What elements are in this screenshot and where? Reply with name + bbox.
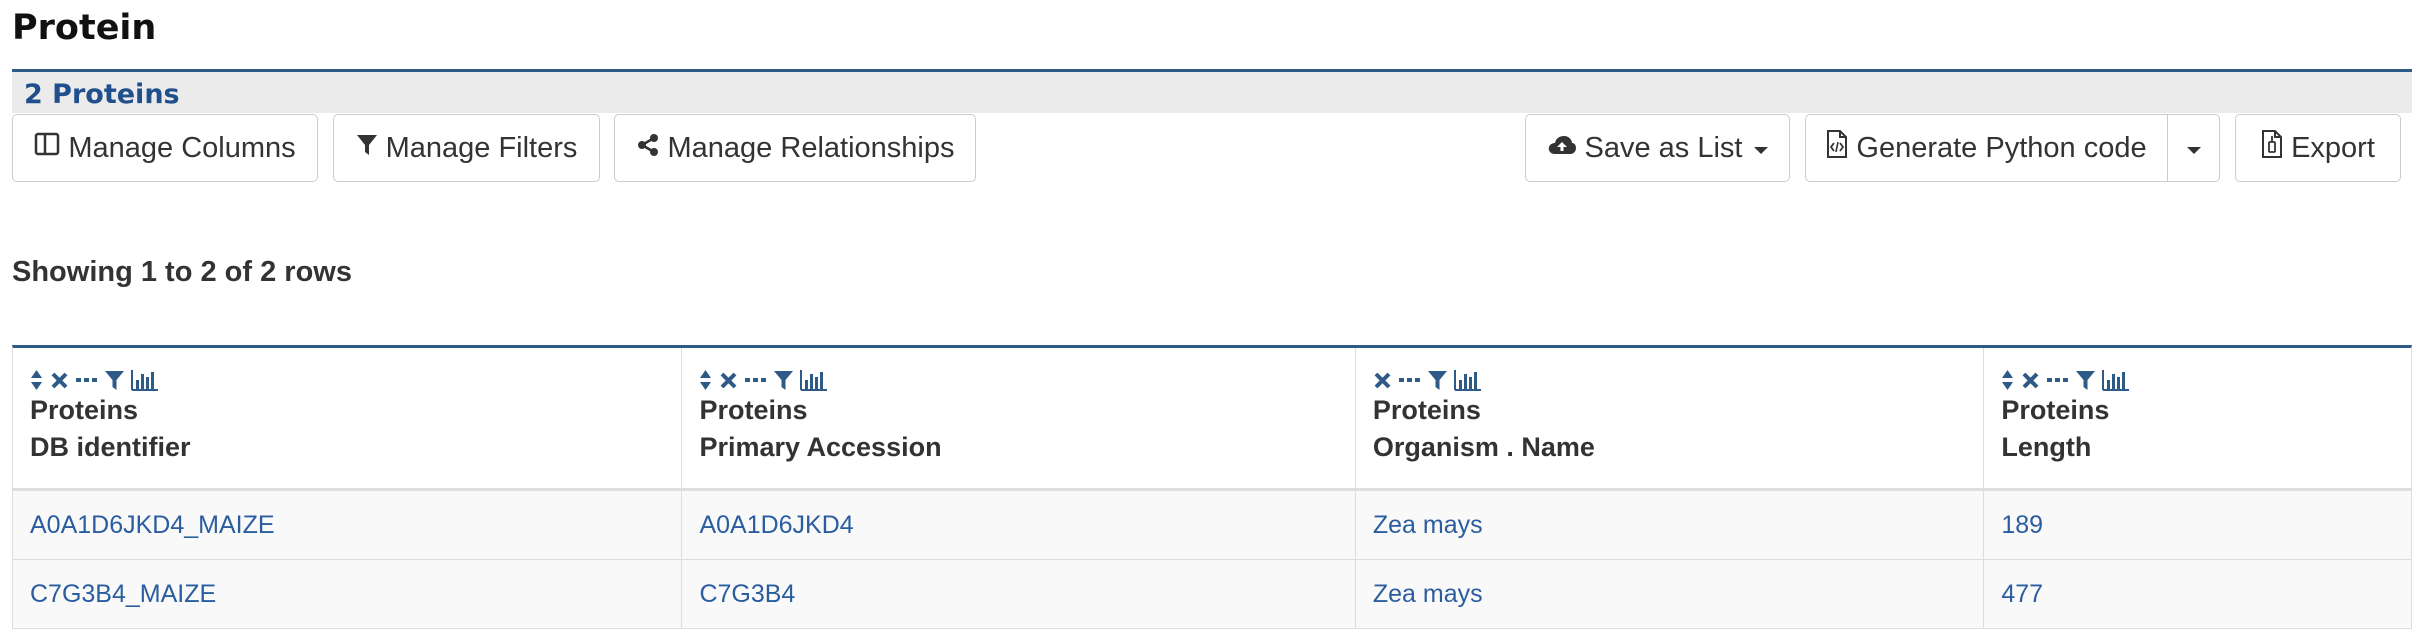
column-field-label: DB identifier <box>30 432 191 462</box>
table-header: Proteins DB identifier Proteins Primary … <box>13 348 2411 491</box>
results-count: 2 Proteins <box>24 79 180 110</box>
cell-organism-name[interactable]: Zea mays <box>1356 560 1985 628</box>
share-icon <box>636 132 660 165</box>
filter-icon[interactable] <box>1427 370 1447 391</box>
remove-icon[interactable] <box>719 371 738 390</box>
cell-primary-accession[interactable]: C7G3B4 <box>682 560 1356 628</box>
remove-icon[interactable] <box>2021 371 2040 390</box>
column-header: Proteins Primary Accession <box>682 348 1356 488</box>
column-class-label: Proteins <box>30 395 139 425</box>
cell-db-identifier[interactable]: A0A1D6JKD4_MAIZE <box>13 491 683 559</box>
manage-relationships-label: Manage Relationships <box>667 131 955 164</box>
column-field-label: Length <box>2001 432 2092 462</box>
summary-icon[interactable] <box>2047 376 2069 384</box>
chart-icon[interactable] <box>1453 369 1482 391</box>
export-button[interactable]: Export <box>2235 114 2401 182</box>
generate-python-code-button[interactable]: Generate Python code <box>1805 114 2168 182</box>
generate-code-dropdown-toggle[interactable] <box>2168 114 2220 182</box>
column-header: Proteins Organism . Name <box>1356 348 1985 488</box>
pagination-summary: Showing 1 to 2 of 2 rows <box>12 256 352 288</box>
column-class-label: Proteins <box>699 395 808 425</box>
chevron-down-icon <box>2186 146 2201 154</box>
sort-icon[interactable] <box>2001 369 2014 391</box>
columns-icon <box>34 131 60 165</box>
remove-icon[interactable] <box>1373 371 1392 390</box>
column-tools <box>2001 368 2411 392</box>
export-label: Export <box>2291 131 2375 164</box>
manage-columns-label: Manage Columns <box>68 131 296 164</box>
column-tools <box>30 368 681 392</box>
column-tools <box>1373 368 1983 392</box>
chart-icon[interactable] <box>131 369 159 391</box>
sort-icon[interactable] <box>30 369 43 391</box>
chart-icon[interactable] <box>2102 369 2130 391</box>
code-file-icon <box>1826 130 1848 166</box>
manage-filters-button[interactable]: Manage Filters <box>333 114 600 182</box>
chevron-down-icon <box>1754 146 1769 154</box>
summary-icon[interactable] <box>745 376 767 384</box>
cell-organism-name[interactable]: Zea mays <box>1356 491 1985 559</box>
column-header: Proteins DB identifier <box>13 348 683 488</box>
save-as-list-label: Save as List <box>1584 131 1743 164</box>
results-table: Proteins DB identifier Proteins Primary … <box>12 345 2412 629</box>
filter-icon[interactable] <box>2076 370 2096 391</box>
column-field-label: Primary Accession <box>699 432 942 462</box>
summary-icon[interactable] <box>1398 376 1421 384</box>
column-class-label: Proteins <box>1372 395 1481 425</box>
results-header: 2 Proteins <box>12 69 2412 113</box>
cloud-upload-icon <box>1547 132 1577 165</box>
cell-length[interactable]: 477 <box>1984 560 2411 628</box>
cell-primary-accession[interactable]: A0A1D6JKD4 <box>682 491 1356 559</box>
summary-icon[interactable] <box>76 376 98 384</box>
save-as-list-button[interactable]: Save as List <box>1525 114 1790 182</box>
filter-icon[interactable] <box>105 370 124 391</box>
generate-python-code-label: Generate Python code <box>1856 131 2147 164</box>
column-class-label: Proteins <box>2001 395 2110 425</box>
manage-columns-button[interactable]: Manage Columns <box>12 114 318 182</box>
column-header: Proteins Length <box>1984 348 2411 488</box>
sort-icon[interactable] <box>699 369 712 391</box>
column-tools <box>699 368 1354 392</box>
manage-relationships-button[interactable]: Manage Relationships <box>614 114 976 182</box>
table-row: A0A1D6JKD4_MAIZE A0A1D6JKD4 Zea mays 189 <box>13 491 2411 560</box>
file-export-icon <box>2261 130 2283 166</box>
cell-db-identifier[interactable]: C7G3B4_MAIZE <box>13 560 683 628</box>
chart-icon[interactable] <box>800 369 828 391</box>
table-row: C7G3B4_MAIZE C7G3B4 Zea mays 477 <box>13 560 2411 629</box>
filter-icon <box>356 132 378 165</box>
manage-filters-label: Manage Filters <box>385 131 578 164</box>
remove-icon[interactable] <box>50 371 69 390</box>
page-title: Protein <box>12 8 157 48</box>
cell-length[interactable]: 189 <box>1984 491 2411 559</box>
column-field-label: Organism . Name <box>1372 432 1595 462</box>
filter-icon[interactable] <box>774 370 794 391</box>
